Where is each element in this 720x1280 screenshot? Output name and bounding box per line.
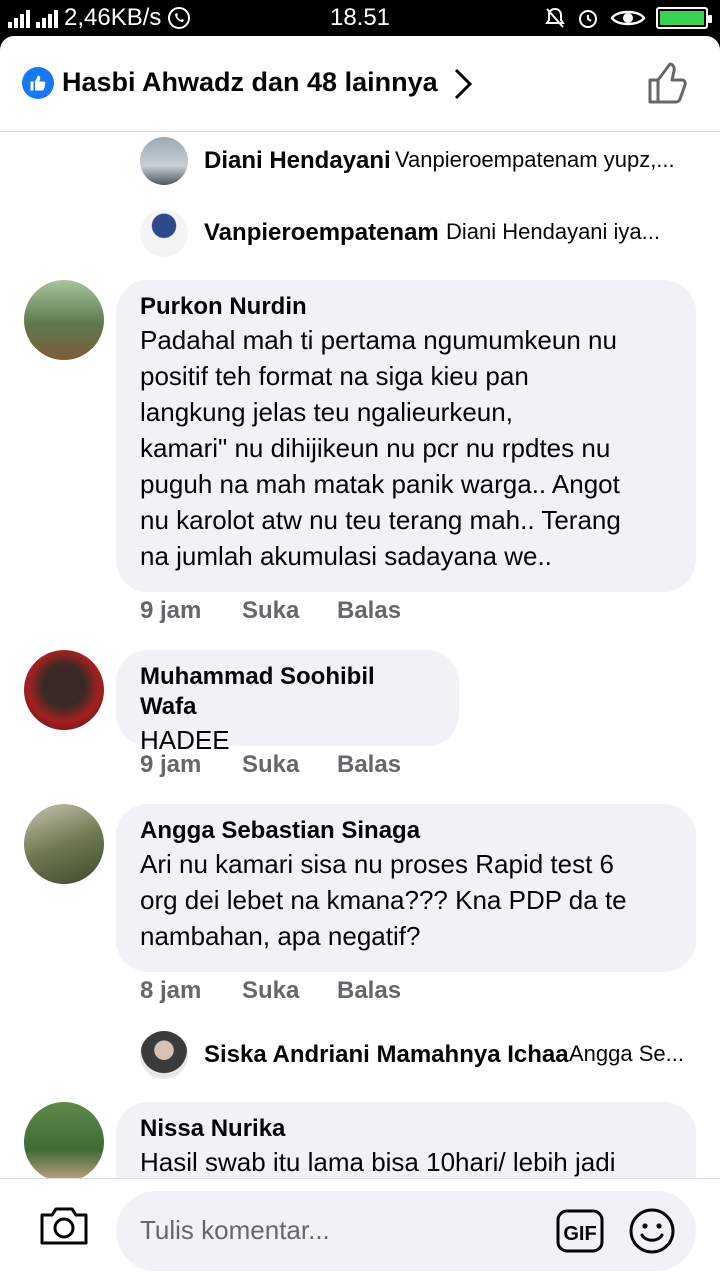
reply-text: Diani Hendayani iya... xyxy=(446,219,661,244)
comment-bubble[interactable]: Angga Sebastian Sinaga Ari nu kamari sis… xyxy=(116,804,696,972)
reply-button[interactable]: Balas xyxy=(337,977,401,1005)
status-bar: 2,46KB/s 18.51 xyxy=(0,0,720,36)
gif-label: GIF xyxy=(563,1223,596,1245)
comment-composer: Tulis komentar... GIF xyxy=(0,1178,720,1280)
avatar[interactable] xyxy=(140,137,188,185)
comments-sheet: Hasbi Ahwadz dan 48 lainnya Diani Henday… xyxy=(0,36,720,1280)
comment-text: Hasil swab itu lama bisa 10hari/ lebih j… xyxy=(140,1147,616,1177)
reactions-title[interactable]: Hasbi Ahwadz dan 48 lainnya xyxy=(62,67,438,98)
avatar[interactable] xyxy=(140,209,188,257)
avatar[interactable] xyxy=(24,280,104,360)
eye-icon xyxy=(610,10,646,26)
avatar[interactable] xyxy=(24,650,104,730)
reply-text: Angga Se... xyxy=(569,1041,684,1066)
camera-icon[interactable] xyxy=(38,1203,90,1247)
battery-fill xyxy=(660,11,704,25)
reply-preview[interactable]: Vanpieroempatenam Diani Hendayani iya... xyxy=(140,209,700,257)
avatar[interactable] xyxy=(24,804,104,884)
comment-bubble[interactable]: Muhammad Soohibil Wafa HADEE xyxy=(116,650,459,755)
comment-bubble[interactable]: Nissa Nurika Hasil swab itu lama bisa 10… xyxy=(116,1102,696,1178)
emoji-icon[interactable] xyxy=(628,1207,676,1255)
comment-actions: 9 jam Suka Balas xyxy=(140,751,401,779)
reply-author[interactable]: Vanpieroempatenam xyxy=(204,219,439,247)
comment-text: Padahal mah ti pertama ngumumkeun nu pos… xyxy=(140,325,621,571)
reply-button[interactable]: Balas xyxy=(337,597,401,625)
reactions-header[interactable]: Hasbi Ahwadz dan 48 lainnya xyxy=(0,36,720,132)
comment-actions: 8 jam Suka Balas xyxy=(140,977,401,1005)
comment-time: 8 jam xyxy=(140,977,202,1004)
comment-author[interactable]: Angga Sebastian Sinaga xyxy=(140,816,672,846)
avatar[interactable] xyxy=(140,1031,188,1079)
reply-preview[interactable]: Siska Andriani Mamahnya Ichaa Angga Se..… xyxy=(140,1031,690,1079)
reply-text: Vanpieroempatenam yupz,... xyxy=(395,147,675,172)
status-right xyxy=(544,6,712,30)
comment-author[interactable]: Purkon Nurdin xyxy=(140,292,672,322)
like-button[interactable]: Suka xyxy=(242,597,337,625)
comment-time: 9 jam xyxy=(140,751,202,778)
comment-text: Ari nu kamari sisa nu proses Rapid test … xyxy=(140,849,627,951)
alarm-icon xyxy=(579,10,597,28)
comment-author[interactable]: Muhammad Soohibil Wafa xyxy=(140,662,435,722)
reply-author[interactable]: Diani Hendayani xyxy=(204,147,391,175)
like-button[interactable]: Suka xyxy=(242,977,337,1005)
comment-author[interactable]: Nissa Nurika xyxy=(140,1114,672,1144)
comment-actions: 9 jam Suka Balas xyxy=(140,597,401,625)
like-button[interactable]: Suka xyxy=(242,751,337,779)
gif-icon[interactable]: GIF xyxy=(556,1209,604,1253)
comment-bubble[interactable]: Purkon Nurdin Padahal mah ti pertama ngu… xyxy=(116,280,696,592)
reply-button[interactable]: Balas xyxy=(337,751,401,779)
battery-charging-icon xyxy=(656,7,712,29)
comment-input[interactable]: Tulis komentar... GIF xyxy=(116,1191,696,1271)
like-reaction-icon xyxy=(22,67,54,99)
like-post-icon[interactable] xyxy=(646,62,690,106)
chevron-right-icon[interactable] xyxy=(452,67,474,101)
reply-preview[interactable]: Diani Hendayani Vanpieroempatenam yupz,.… xyxy=(140,137,700,185)
mute-icon xyxy=(545,7,565,28)
avatar[interactable] xyxy=(24,1102,104,1178)
comment-time: 9 jam xyxy=(140,597,202,624)
comment-input-placeholder[interactable]: Tulis komentar... xyxy=(140,1215,330,1246)
reply-author[interactable]: Siska Andriani Mamahnya Ichaa xyxy=(204,1041,569,1069)
comment-list[interactable]: Diani Hendayani Vanpieroempatenam yupz,.… xyxy=(0,133,720,1178)
